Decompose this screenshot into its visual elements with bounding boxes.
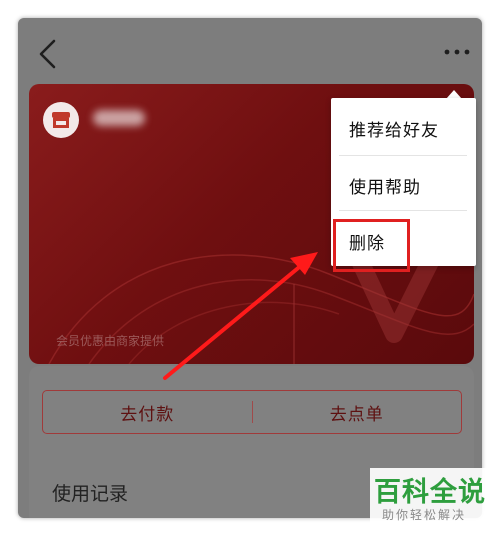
- watermark-subtitle: 助你轻松解决: [382, 508, 467, 522]
- pointer-arrow-annotation: [163, 252, 318, 380]
- watermark-title: 百科全说: [374, 477, 486, 508]
- watermark: 百科全说 助你轻松解决: [370, 468, 488, 526]
